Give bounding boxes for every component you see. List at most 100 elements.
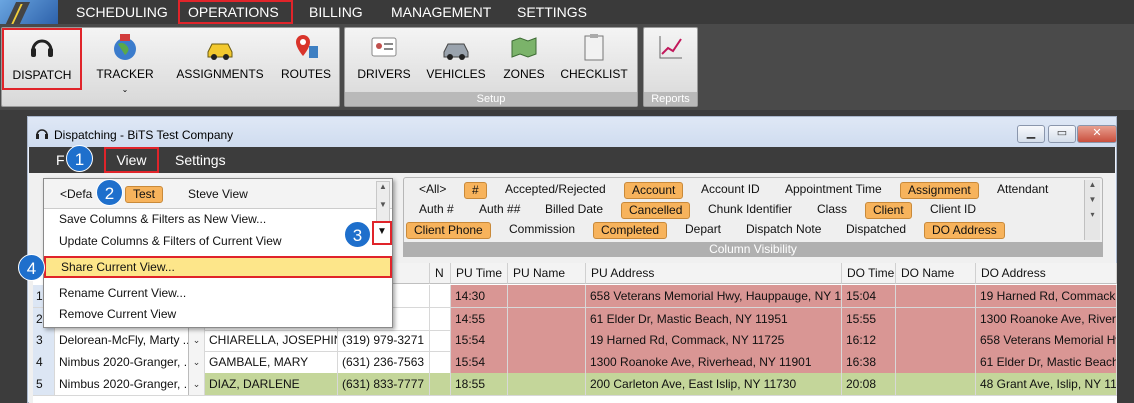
column-toggle[interactable]: Auth # xyxy=(412,202,461,219)
header-pu-address[interactable]: PU Address xyxy=(586,263,842,284)
menu-settings[interactable]: SETTINGS xyxy=(509,0,595,24)
column-toggle[interactable]: Client xyxy=(865,202,912,219)
header-pu-name[interactable]: PU Name xyxy=(508,263,586,284)
column-toggle[interactable]: Completed xyxy=(593,222,668,239)
pu-time-cell[interactable]: 14:30 xyxy=(451,285,508,308)
column-toggle[interactable]: Assignment xyxy=(900,182,979,199)
pu-name-cell[interactable] xyxy=(508,351,586,374)
column-toggle[interactable]: Account xyxy=(624,182,684,199)
menu-management[interactable]: MANAGEMENT xyxy=(383,0,499,24)
save-new-view-item[interactable]: Save Columns & Filters as New View... xyxy=(44,208,392,230)
row-number[interactable]: 4 xyxy=(33,351,55,374)
menu-billing[interactable]: BILLING xyxy=(301,0,371,24)
column-toggle[interactable]: Dispatch Note xyxy=(739,222,828,239)
n-cell[interactable] xyxy=(430,329,451,352)
zones-button[interactable]: ZONES xyxy=(500,32,548,90)
menu-scheduling[interactable]: SCHEDULING xyxy=(68,0,176,24)
column-toggle[interactable]: Client Phone xyxy=(406,222,491,239)
do-time-cell[interactable]: 16:38 xyxy=(842,351,896,374)
row-number[interactable]: 3 xyxy=(33,329,55,352)
n-cell[interactable] xyxy=(430,285,451,308)
account-combo[interactable]: Nimbus 2020-Granger, ... ⌄ xyxy=(55,373,205,396)
column-toggle[interactable]: Class xyxy=(810,202,854,219)
do-time-cell[interactable]: 20:08 xyxy=(842,373,896,396)
column-toggle[interactable]: Billed Date xyxy=(538,202,610,219)
expand-icon[interactable]: ▾ xyxy=(1085,210,1100,219)
remove-view-item[interactable]: Remove Current View xyxy=(44,303,392,325)
column-toggle[interactable]: Client ID xyxy=(923,202,983,219)
dispatch-button[interactable]: DISPATCH xyxy=(2,28,82,90)
column-toggle[interactable]: # xyxy=(464,182,487,199)
do-name-cell[interactable] xyxy=(896,308,976,331)
pu-name-cell[interactable] xyxy=(508,308,586,331)
do-address-cell[interactable]: 61 Elder Dr, Mastic Beach, NY xyxy=(976,351,1117,374)
rename-view-item[interactable]: Rename Current View... xyxy=(44,282,392,304)
pu-name-cell[interactable] xyxy=(508,329,586,352)
do-name-cell[interactable] xyxy=(896,285,976,308)
column-toggle[interactable]: Attendant xyxy=(990,182,1055,199)
chevron-down-icon[interactable]: ⌄ xyxy=(188,351,204,373)
column-toggle[interactable]: Cancelled xyxy=(621,202,691,219)
share-view-item[interactable]: Share Current View... xyxy=(44,256,392,278)
tracker-button[interactable]: TRACKER ⌄ xyxy=(90,32,160,94)
client-cell[interactable]: GAMBALE, MARY xyxy=(205,351,338,374)
column-toggle[interactable]: Depart xyxy=(678,222,728,239)
do-address-cell[interactable]: 658 Veterans Memorial Hwy, xyxy=(976,329,1117,352)
pu-time-cell[interactable]: 15:54 xyxy=(451,329,508,352)
chevron-down-icon[interactable]: ⌄ xyxy=(188,329,204,351)
scroll-up-icon[interactable]: ▲ xyxy=(1085,180,1100,189)
pu-time-cell[interactable]: 18:55 xyxy=(451,373,508,396)
pu-time-cell[interactable]: 15:54 xyxy=(451,351,508,374)
view-test[interactable]: Test xyxy=(125,186,164,203)
assignments-button[interactable]: ASSIGNMENTS xyxy=(174,32,266,90)
scroll-down-icon[interactable]: ▼ xyxy=(1085,195,1100,204)
do-name-cell[interactable] xyxy=(896,329,976,352)
minimize-button[interactable]: ▁ xyxy=(1017,125,1045,143)
routes-button[interactable]: ROUTES xyxy=(278,32,334,90)
do-time-cell[interactable]: 15:04 xyxy=(842,285,896,308)
n-cell[interactable] xyxy=(430,351,451,374)
pu-time-cell[interactable]: 14:55 xyxy=(451,308,508,331)
menu-operations[interactable]: OPERATIONS xyxy=(178,0,293,24)
client-cell[interactable]: CHIARELLA, JOSEPHINE xyxy=(205,329,338,352)
header-n[interactable]: N xyxy=(430,263,451,284)
menu-view[interactable]: View xyxy=(104,147,159,173)
maximize-button[interactable]: ▭ xyxy=(1048,125,1076,143)
menu-settings-window[interactable]: Settings xyxy=(165,147,236,173)
column-toggle[interactable]: Appointment Time xyxy=(778,182,889,199)
view-steve[interactable]: Steve View xyxy=(188,187,248,201)
pu-name-cell[interactable] xyxy=(508,285,586,308)
pu-address-cell[interactable]: 658 Veterans Memorial Hwy, Hauppauge, NY… xyxy=(586,285,842,308)
drivers-button[interactable]: DRIVERS xyxy=(355,32,413,90)
phone-cell[interactable]: (631) 833-7777 xyxy=(338,373,430,396)
do-time-cell[interactable]: 16:12 xyxy=(842,329,896,352)
column-toggle[interactable]: Account ID xyxy=(694,182,767,199)
do-time-cell[interactable]: 15:55 xyxy=(842,308,896,331)
n-cell[interactable] xyxy=(430,373,451,396)
column-toggle[interactable]: Accepted/Rejected xyxy=(498,182,613,199)
header-do-time[interactable]: DO Time xyxy=(842,263,896,284)
column-toggle[interactable]: Auth ## xyxy=(472,202,527,219)
pu-address-cell[interactable]: 61 Elder Dr, Mastic Beach, NY 11951 xyxy=(586,308,842,331)
vehicles-button[interactable]: VEHICLES xyxy=(423,32,489,90)
do-name-cell[interactable] xyxy=(896,351,976,374)
phone-cell[interactable]: (319) 979-3271 xyxy=(338,329,430,352)
view-default[interactable]: <Defa xyxy=(60,187,92,201)
update-view-item[interactable]: Update Columns & Filters of Current View xyxy=(44,230,392,252)
account-combo[interactable]: Delorean-McFly, Marty ... ⌄ xyxy=(55,329,205,352)
checklist-button[interactable]: CHECKLIST xyxy=(557,32,631,90)
chevron-down-icon[interactable]: ⌄ xyxy=(188,373,204,395)
do-address-cell[interactable]: 19 Harned Rd, Commack, NY xyxy=(976,285,1117,308)
pu-address-cell[interactable]: 19 Harned Rd, Commack, NY 11725 xyxy=(586,329,842,352)
header-do-name[interactable]: DO Name xyxy=(896,263,976,284)
row-number[interactable]: 5 xyxy=(33,373,55,396)
pu-name-cell[interactable] xyxy=(508,373,586,396)
pu-address-cell[interactable]: 1300 Roanoke Ave, Riverhead, NY 11901 xyxy=(586,351,842,374)
column-toggle[interactable]: Commission xyxy=(502,222,582,239)
close-button[interactable]: ✕ xyxy=(1077,125,1117,143)
column-toggle[interactable]: <All> xyxy=(412,182,453,199)
column-visibility-scrollbar[interactable]: ▲ ▼ ▾ xyxy=(1084,180,1100,240)
client-cell[interactable]: DIAZ, DARLENE xyxy=(205,373,338,396)
pu-address-cell[interactable]: 200 Carleton Ave, East Islip, NY 11730 xyxy=(586,373,842,396)
column-toggle[interactable]: DO Address xyxy=(924,222,1005,239)
